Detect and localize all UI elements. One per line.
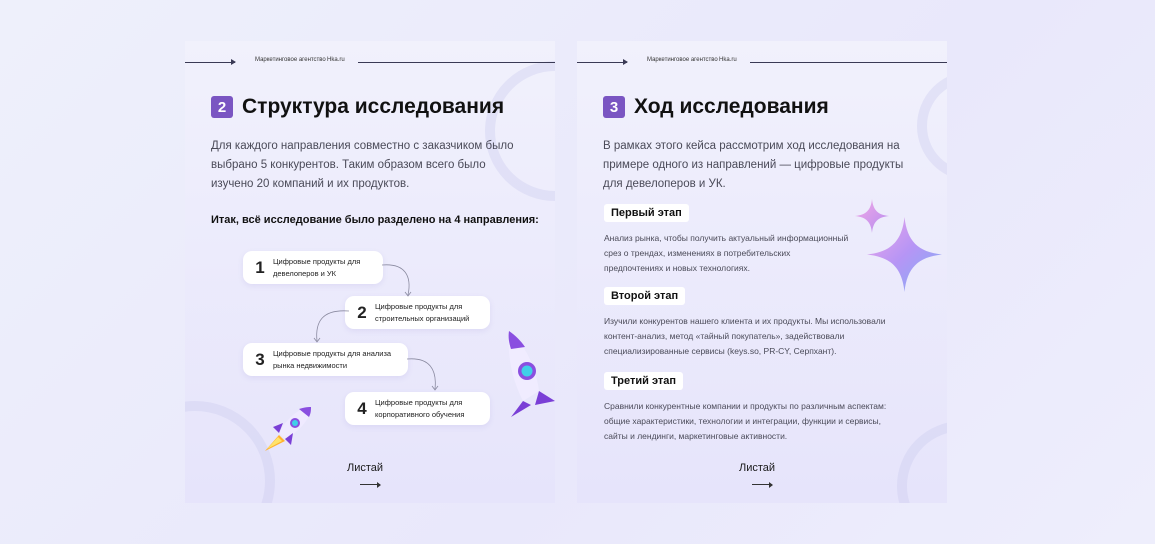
stage-description-line: Сравнили конкурентные компании и продукт…: [604, 401, 887, 411]
agency-label: Маркетинговое агентство: [255, 57, 326, 63]
stage-description-line: предпочтениях и новых технологиях.: [604, 263, 751, 273]
intro-line: В рамках этого кейса рассмотрим ход иссл…: [603, 140, 900, 152]
stage-label: Первый этап: [604, 204, 689, 222]
stage-description: Изучили конкурентов нашего клиента и их …: [604, 314, 904, 359]
direction-label: Цифровые продукты для анализа рынка недв…: [273, 348, 391, 372]
stage-description: Анализ рынка, чтобы получить актуальный …: [604, 231, 904, 276]
site-link[interactable]: Hka.ru: [719, 57, 737, 63]
intro-line: примере одного из направлений — цифровые…: [603, 159, 904, 171]
intro-line: выбрано 5 конкурентов. Таким образом все…: [211, 159, 486, 171]
top-bar: Маркетинговое агентство Hka.ru: [577, 56, 947, 68]
stage-description-line: специализированные сервисы (keys.so, PR-…: [604, 346, 837, 356]
top-line: [358, 62, 555, 63]
intro-line: для девелоперов и УК.: [603, 178, 726, 190]
direction-number: 4: [357, 398, 367, 418]
arrow-right-icon[interactable]: [752, 481, 773, 488]
direction-label-line: Цифровые продукты для: [375, 301, 463, 311]
direction-label: Цифровые продукты для корпоративного обу…: [375, 397, 464, 421]
arrow-right-icon[interactable]: [360, 481, 381, 488]
stage-description-line: общие характеристики, технологии и интег…: [604, 416, 882, 426]
stage-label: Третий этап: [604, 372, 684, 390]
swipe-label[interactable]: Листай: [739, 462, 775, 474]
direction-label-line: Цифровые продукты для анализа: [273, 348, 392, 358]
intro-line: изучено 20 компаний и их продуктов.: [211, 178, 410, 190]
page-title: Ход исследования: [634, 95, 829, 118]
slide-number-badge: 3: [603, 96, 625, 118]
direction-number: 1: [255, 257, 265, 277]
slide-structure: Маркетинговое агентство Hka.ru 2 Структу…: [185, 41, 555, 503]
decorative-ring: [897, 421, 947, 503]
rocket-icon: [265, 407, 311, 451]
flow-arrow-icon: [406, 358, 439, 391]
direction-number: 3: [255, 349, 265, 369]
direction-label-line: Цифровые продукты для: [375, 397, 463, 407]
page-title: Структура исследования: [242, 95, 505, 118]
top-line: [185, 62, 235, 63]
sparkle-icon: [855, 199, 889, 233]
direction-label-line: корпоративного обучения: [375, 409, 465, 419]
direction-number: 2: [357, 302, 367, 322]
direction-label-line: девелоперов и УК: [273, 268, 337, 278]
swipe-label[interactable]: Листай: [347, 462, 383, 474]
stage-description-line: срез о трендах, изменениях в потребитель…: [604, 248, 791, 258]
direction-item: 3 Цифровые продукты для анализа рынка не…: [243, 343, 408, 376]
slide-heading: 3 Ход исследования: [603, 95, 829, 119]
direction-item: 2 Цифровые продукты для строительных орг…: [345, 296, 490, 329]
arrow-right-icon: [231, 59, 236, 65]
directions-subheading: Итак, всё исследование было разделено на…: [211, 214, 539, 226]
direction-item: 1 Цифровые продукты для девелоперов и УК: [243, 251, 383, 284]
slide-number-badge: 2: [211, 96, 233, 118]
direction-item: 4 Цифровые продукты для корпоративного о…: [345, 392, 490, 425]
site-link[interactable]: Hka.ru: [327, 57, 345, 63]
direction-label-line: строительных организаций: [375, 313, 470, 323]
stage-description-line: контент-анализ, метод «тайный покупатель…: [604, 331, 845, 341]
rocket-icon: [508, 331, 555, 417]
agency-label: Маркетинговое агентство: [647, 57, 718, 63]
direction-label: Цифровые продукты для девелоперов и УК: [273, 256, 360, 280]
arrow-right-icon: [623, 59, 628, 65]
flow-arrow-icon: [381, 264, 412, 297]
stage-label: Второй этап: [604, 287, 686, 305]
intro-line: Для каждого направления совместно с зака…: [211, 140, 514, 152]
decorative-ring: [185, 401, 275, 503]
slide-heading: 2 Структура исследования: [211, 95, 504, 119]
top-line: [750, 62, 947, 63]
intro-text: Для каждого направления совместно с зака…: [211, 137, 531, 194]
direction-label: Цифровые продукты для строительных орган…: [375, 301, 469, 325]
slide-research-process: Маркетинговое агентство Hka.ru 3 Ход исс…: [577, 41, 947, 503]
stage-description: Сравнили конкурентные компании и продукт…: [604, 399, 904, 444]
stage-description-line: Изучили конкурентов нашего клиента и их …: [604, 316, 886, 326]
intro-text: В рамках этого кейса рассмотрим ход иссл…: [603, 137, 923, 194]
top-bar: Маркетинговое агентство Hka.ru: [185, 56, 555, 68]
direction-label-line: рынка недвижимости: [273, 360, 348, 370]
stage-description-line: Анализ рынка, чтобы получить актуальный …: [604, 233, 849, 243]
direction-label-line: Цифровые продукты для: [273, 256, 361, 266]
stage-description-line: сайты и лендинги, маркетинговые активнос…: [604, 431, 788, 441]
top-line: [577, 62, 627, 63]
